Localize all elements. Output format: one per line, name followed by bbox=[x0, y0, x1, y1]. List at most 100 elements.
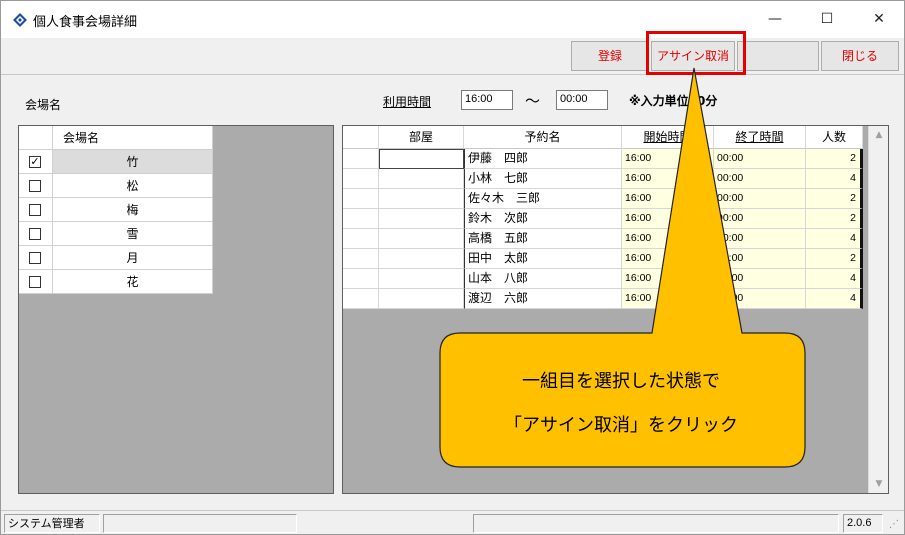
venue-checkbox[interactable] bbox=[29, 276, 41, 288]
start-time-input[interactable]: 16:00 bbox=[461, 90, 513, 110]
reservation-name-cell: 佐々木 三郎 bbox=[464, 189, 622, 209]
window-title: 個人食事会場詳細 bbox=[33, 15, 138, 30]
count-cell: 2 bbox=[806, 149, 863, 169]
venue-row[interactable]: 梅 bbox=[19, 198, 213, 222]
venue-grid: 会場名 ✓ 竹 松 梅 雪 月 花 bbox=[18, 125, 334, 494]
table-row[interactable]: 高橋 五郎 16:00 00:00 4 bbox=[343, 229, 863, 249]
start-time-cell: 16:00 bbox=[622, 269, 714, 289]
venue-name: 花 bbox=[53, 270, 213, 294]
status-panel-blank bbox=[103, 514, 297, 533]
venue-name: 梅 bbox=[53, 198, 213, 222]
venue-row[interactable]: 雪 bbox=[19, 222, 213, 246]
name-column-header: 予約名 bbox=[464, 126, 622, 149]
table-row[interactable]: 佐々木 三郎 16:00 00:00 2 bbox=[343, 189, 863, 209]
venue-row[interactable]: 松 bbox=[19, 174, 213, 198]
venue-row[interactable]: 花 bbox=[19, 270, 213, 294]
reservation-name-cell: 山本 八郎 bbox=[464, 269, 622, 289]
venue-label: 会場名 bbox=[25, 98, 62, 112]
start-time-cell: 16:00 bbox=[622, 189, 714, 209]
venue-name: 竹 bbox=[53, 150, 213, 174]
start-time-cell: 16:00 bbox=[622, 209, 714, 229]
end-column-header[interactable]: 終了時間 bbox=[714, 126, 806, 149]
count-cell: 4 bbox=[806, 269, 863, 289]
minimize-button[interactable]: — bbox=[753, 6, 797, 32]
venue-column-header: 会場名 bbox=[53, 126, 213, 150]
room-cell[interactable] bbox=[379, 209, 464, 229]
input-unit-note: ※入力単位30分 bbox=[629, 94, 718, 108]
room-cell[interactable] bbox=[379, 189, 464, 209]
count-cell: 2 bbox=[806, 249, 863, 269]
callout-line-2: 「アサイン取消」をクリック bbox=[504, 415, 738, 436]
reservation-name-cell: 田中 太郎 bbox=[464, 249, 622, 269]
scroll-down-icon[interactable]: ▼ bbox=[869, 475, 889, 493]
venue-row[interactable]: ✓ 竹 bbox=[19, 150, 213, 174]
time-range-separator: ～ bbox=[525, 92, 541, 110]
start-time-cell: 16:00 bbox=[622, 149, 714, 169]
room-cell[interactable] bbox=[379, 289, 464, 309]
callout-line-1: 一組目を選択した状態で bbox=[522, 371, 720, 392]
end-time-cell: 00:00 bbox=[714, 149, 806, 169]
app-window: 個人食事会場詳細 — ☐ ✕ 登録 アサイン取消 閉じる 会場名 利用時間 16… bbox=[0, 0, 905, 535]
count-cell: 4 bbox=[806, 229, 863, 249]
reservation-name-cell: 高橋 五郎 bbox=[464, 229, 622, 249]
venue-grid-header: 会場名 bbox=[19, 126, 213, 150]
end-time-cell: 00:00 bbox=[714, 209, 806, 229]
room-cell[interactable] bbox=[379, 169, 464, 189]
venue-checkbox[interactable] bbox=[29, 228, 41, 240]
vertical-scrollbar[interactable]: ▲ ▼ bbox=[868, 126, 888, 493]
table-row[interactable]: 渡辺 六郎 16:00 00:00 4 bbox=[343, 289, 863, 309]
callout-text: 一組目を選択した状態で 「アサイン取消」をクリック bbox=[440, 360, 802, 448]
reservation-name-cell: 伊藤 四郎 bbox=[464, 149, 622, 169]
room-input-focused[interactable] bbox=[379, 149, 464, 169]
close-button[interactable]: 閉じる bbox=[821, 41, 899, 71]
venue-checkbox[interactable] bbox=[29, 180, 41, 192]
end-time-cell: 00:00 bbox=[714, 229, 806, 249]
register-button[interactable]: 登録 bbox=[571, 41, 649, 71]
status-user: システム管理者 bbox=[4, 514, 100, 533]
reservation-name-cell: 小林 七郎 bbox=[464, 169, 622, 189]
start-time-cell: 16:00 bbox=[622, 229, 714, 249]
count-cell: 2 bbox=[806, 209, 863, 229]
start-time-cell: 16:00 bbox=[622, 169, 714, 189]
time-label: 利用時間 bbox=[383, 95, 432, 109]
blank-button[interactable] bbox=[737, 41, 819, 71]
start-column-header[interactable]: 開始時間 bbox=[622, 126, 714, 149]
room-cell[interactable] bbox=[379, 229, 464, 249]
maximize-button[interactable]: ☐ bbox=[805, 6, 849, 32]
reservation-name-cell: 鈴木 次郎 bbox=[464, 209, 622, 229]
toolbar: 登録 アサイン取消 閉じる bbox=[1, 38, 904, 75]
room-cell[interactable] bbox=[379, 249, 464, 269]
venue-name: 雪 bbox=[53, 222, 213, 246]
venue-row[interactable]: 月 bbox=[19, 246, 213, 270]
end-time-cell: 00:00 bbox=[714, 189, 806, 209]
venue-checkbox[interactable] bbox=[29, 252, 41, 264]
count-cell: 4 bbox=[806, 169, 863, 189]
table-row[interactable]: 小林 七郎 16:00 00:00 4 bbox=[343, 169, 863, 189]
room-column-header: 部屋 bbox=[379, 126, 464, 149]
venue-checkbox[interactable]: ✓ bbox=[29, 156, 41, 168]
count-column-header: 人数 bbox=[806, 126, 863, 149]
status-panel-blank bbox=[473, 514, 839, 533]
resize-grip-icon[interactable]: ⋰ bbox=[889, 519, 899, 530]
table-row[interactable]: 山本 八郎 16:00 00:00 4 bbox=[343, 269, 863, 289]
venue-name: 松 bbox=[53, 174, 213, 198]
end-time-input[interactable]: 00:00 bbox=[556, 90, 608, 110]
app-logo-icon bbox=[13, 13, 27, 27]
table-row[interactable]: 鈴木 次郎 16:00 00:00 2 bbox=[343, 209, 863, 229]
count-cell: 2 bbox=[806, 189, 863, 209]
room-cell[interactable] bbox=[379, 269, 464, 289]
end-time-cell: 00:00 bbox=[714, 269, 806, 289]
status-version: 2.0.6 bbox=[843, 514, 883, 533]
end-time-cell: 00:00 bbox=[714, 169, 806, 189]
venue-name: 月 bbox=[53, 246, 213, 270]
table-row[interactable]: 田中 太郎 16:00 00:00 2 bbox=[343, 249, 863, 269]
end-time-cell: 00:00 bbox=[714, 289, 806, 309]
scroll-up-icon[interactable]: ▲ bbox=[869, 126, 889, 144]
close-window-button[interactable]: ✕ bbox=[857, 6, 901, 32]
reservation-grid-header: 部屋 予約名 開始時間 終了時間 人数 bbox=[343, 126, 863, 149]
reservation-name-cell: 渡辺 六郎 bbox=[464, 289, 622, 309]
unassign-highlight-box bbox=[646, 31, 746, 75]
start-time-cell: 16:00 bbox=[622, 289, 714, 309]
start-time-cell: 16:00 bbox=[622, 249, 714, 269]
venue-checkbox[interactable] bbox=[29, 204, 41, 216]
